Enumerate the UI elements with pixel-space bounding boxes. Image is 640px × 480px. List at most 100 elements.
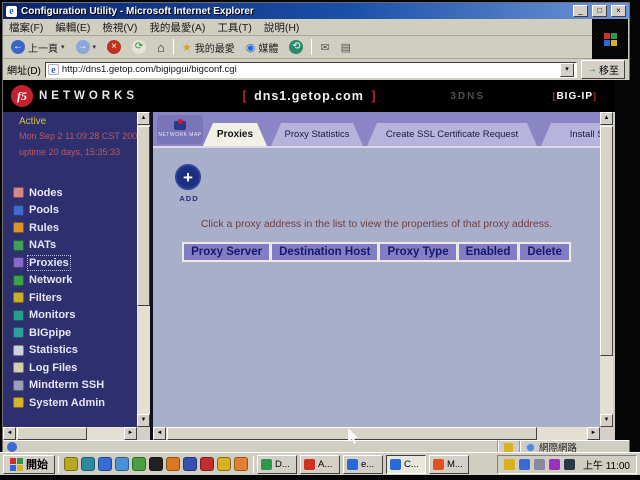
task-button-2[interactable]: A... xyxy=(300,455,340,474)
sidebar-vertical-scrollbar[interactable]: ▲ ▼ xyxy=(137,112,150,427)
sidebar-item-pools[interactable]: Pools xyxy=(13,202,135,220)
task-button-3[interactable]: e... xyxy=(343,455,383,474)
address-input[interactable] xyxy=(62,64,557,75)
sidebar-item-log-files[interactable]: Log Files xyxy=(13,359,135,377)
tray-icon[interactable] xyxy=(564,459,575,470)
scroll-left-icon[interactable]: ◄ xyxy=(3,427,16,440)
media-icon: ◉ xyxy=(246,41,256,54)
system-datetime: Mon Sep 2 11:09:28 CST 2002 xyxy=(19,131,142,141)
quick-launch-icon[interactable] xyxy=(217,457,231,471)
print-button[interactable]: ▤ xyxy=(338,40,354,55)
scroll-right-icon[interactable]: ► xyxy=(124,427,137,440)
tab-proxies[interactable]: Proxies xyxy=(203,123,267,146)
go-button[interactable]: → 移至 xyxy=(581,60,625,79)
column-header-proxy-type[interactable]: Proxy Type xyxy=(378,242,456,262)
favorites-star-icon: ★ xyxy=(182,41,192,54)
task-icon xyxy=(304,459,315,470)
favorites-button[interactable]: ★ 我的最愛 xyxy=(179,39,238,56)
menu-item-view[interactable]: 檢視(V) xyxy=(102,20,137,35)
task-button-5[interactable]: M... xyxy=(429,455,469,474)
task-button-configuration-utility[interactable]: C... xyxy=(386,455,426,474)
mail-button[interactable]: ✉ xyxy=(317,40,332,55)
tab-create-ssl-certificate-request[interactable]: Create SSL Certificate Request xyxy=(367,123,537,146)
quick-launch-icon[interactable] xyxy=(81,457,95,471)
quick-launch-icon[interactable] xyxy=(183,457,197,471)
network-map-button[interactable]: NETWORK MAP xyxy=(157,115,203,144)
scroll-up-icon[interactable]: ▲ xyxy=(137,112,150,125)
close-button[interactable]: × xyxy=(611,5,626,17)
tray-icon[interactable] xyxy=(534,459,545,470)
scroll-left-icon[interactable]: ◄ xyxy=(153,427,166,440)
menu-item-tools[interactable]: 工具(T) xyxy=(217,20,251,35)
home-button[interactable]: ⌂ xyxy=(154,39,168,56)
scrollbar-thumb[interactable] xyxy=(17,427,87,440)
tray-icon[interactable] xyxy=(549,459,560,470)
quick-launch-icon[interactable] xyxy=(166,457,180,471)
task-button-1[interactable]: D... xyxy=(257,455,297,474)
network-icon xyxy=(13,275,24,286)
restore-button[interactable]: □ xyxy=(592,5,607,17)
add-proxy-button[interactable]: + xyxy=(175,164,201,190)
sidebar-item-nodes[interactable]: Nodes xyxy=(13,184,135,202)
tab-proxy-statistics[interactable]: Proxy Statistics xyxy=(271,123,363,146)
stop-button[interactable]: × xyxy=(104,39,124,55)
sidebar-item-mindterm-ssh[interactable]: Mindterm SSH xyxy=(13,377,135,395)
quick-launch-icon[interactable] xyxy=(115,457,129,471)
task-icon xyxy=(261,459,272,470)
back-button[interactable]: ← 上一頁 ▾ xyxy=(8,39,68,56)
quick-launch-icon[interactable] xyxy=(132,457,146,471)
sidebar-item-monitors[interactable]: Monitors xyxy=(13,307,135,325)
sidebar-item-bigpipe[interactable]: BIGpipe xyxy=(13,324,135,342)
sidebar-item-proxies[interactable]: Proxies xyxy=(13,254,135,272)
sidebar-item-rules[interactable]: Rules xyxy=(13,219,135,237)
tray-icon[interactable] xyxy=(519,459,530,470)
media-label: 媒體 xyxy=(258,40,278,55)
media-button[interactable]: ◉ 媒體 xyxy=(243,39,282,56)
sidebar-item-system-admin[interactable]: System Admin xyxy=(13,394,135,412)
forward-button[interactable]: → ▾ xyxy=(73,39,100,55)
scrollbar-thumb[interactable] xyxy=(600,126,613,356)
sidebar-item-filters[interactable]: Filters xyxy=(13,289,135,307)
content-vertical-scrollbar[interactable]: ▲ ▼ xyxy=(600,112,613,427)
column-header-destination-host[interactable]: Destination Host xyxy=(270,242,378,262)
menu-item-file[interactable]: 檔案(F) xyxy=(9,20,43,35)
sidebar-item-nats[interactable]: NATs xyxy=(13,237,135,255)
column-header-proxy-server[interactable]: Proxy Server xyxy=(182,242,270,262)
sidebar-horizontal-scrollbar[interactable]: ◄ ► xyxy=(3,427,137,440)
back-dropdown-icon[interactable]: ▾ xyxy=(61,43,65,51)
system-uptime: uptime 20 days, 15:35:33 xyxy=(19,147,120,157)
bigip-bracket-right-icon: ] xyxy=(593,91,597,101)
quick-launch-icon[interactable] xyxy=(98,457,112,471)
quick-launch-icon[interactable] xyxy=(149,457,163,471)
start-button[interactable]: 開始 xyxy=(3,455,55,474)
quick-launch-icon[interactable] xyxy=(234,457,248,471)
address-dropdown-icon[interactable]: ▾ xyxy=(560,63,574,77)
scroll-up-icon[interactable]: ▲ xyxy=(600,112,613,125)
menu-item-favorites[interactable]: 我的最愛(A) xyxy=(149,20,205,35)
column-header-delete[interactable]: Delete xyxy=(518,242,571,262)
menu-item-edit[interactable]: 編輯(E) xyxy=(55,20,90,35)
forward-dropdown-icon[interactable]: ▾ xyxy=(93,43,97,51)
sidebar-item-network[interactable]: Network xyxy=(13,272,135,290)
quick-launch-icon[interactable] xyxy=(200,457,214,471)
sidebar-item-statistics[interactable]: Statistics xyxy=(13,342,135,360)
scroll-down-icon[interactable]: ▼ xyxy=(600,414,613,427)
scroll-right-icon[interactable]: ► xyxy=(587,427,600,440)
quick-launch-icon[interactable] xyxy=(64,457,78,471)
tray-icon[interactable] xyxy=(504,459,515,470)
refresh-button[interactable]: ⟳ xyxy=(129,39,149,55)
address-input-wrap: e ▾ xyxy=(45,62,577,78)
history-button[interactable]: ⟲ xyxy=(286,39,306,55)
f5-masthead: f5 NETWORKS [ dns1.getop.com ] 3DNS [BIG… xyxy=(3,80,615,112)
history-icon: ⟲ xyxy=(289,40,303,54)
column-header-enabled[interactable]: Enabled xyxy=(457,242,519,262)
minimize-button[interactable]: _ xyxy=(573,5,588,17)
scrollbar-thumb[interactable] xyxy=(137,126,150,306)
menu-item-help[interactable]: 說明(H) xyxy=(264,20,300,35)
scroll-down-icon[interactable]: ▼ xyxy=(137,414,150,427)
hostname-banner: [ dns1.getop.com ] xyxy=(3,89,615,103)
product-bigip-label: [BIG-IP] xyxy=(552,91,597,102)
taskbar-clock[interactable]: 上午 11:00 xyxy=(583,457,630,472)
desktop-gap xyxy=(615,80,631,440)
content-horizontal-scrollbar[interactable]: ◄ ► xyxy=(153,427,600,440)
